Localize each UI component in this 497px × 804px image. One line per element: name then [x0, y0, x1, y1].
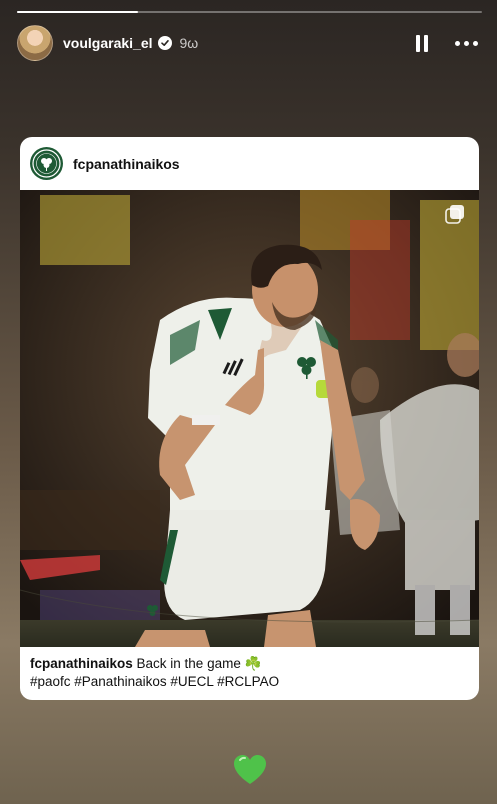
avatar[interactable] — [17, 25, 53, 61]
post-header: fcpanathinaikos — [20, 137, 479, 190]
shamrock-crest-icon — [32, 149, 61, 178]
story-username[interactable]: voulgaraki_el — [63, 35, 153, 51]
more-dots-icon — [454, 40, 460, 46]
club-logo-avatar[interactable] — [30, 147, 63, 180]
pause-button[interactable] — [412, 31, 432, 55]
story-timestamp: 9ω — [179, 35, 199, 51]
caption-text: Back in the game ☘️ — [132, 656, 262, 671]
carousel-icon — [445, 205, 464, 224]
story-progress-bar — [17, 11, 482, 13]
pause-icon — [416, 34, 420, 52]
shared-post-card[interactable]: fcpanathinaikos fcpanathinaikos Back in … — [20, 137, 479, 700]
green-heart-icon[interactable] — [232, 752, 268, 788]
story-progress-fill — [17, 11, 138, 13]
post-caption: fcpanathinaikos Back in the game ☘️ #pao… — [30, 655, 469, 691]
story-header: voulgaraki_el 9ω — [17, 25, 480, 61]
post-photo[interactable] — [20, 190, 479, 647]
post-username[interactable]: fcpanathinaikos — [73, 156, 180, 172]
caption-hashtags[interactable]: #paofc #Panathinaikos #UECL #RCLPAO — [30, 673, 469, 691]
more-options-button[interactable] — [452, 31, 480, 55]
verified-badge-icon — [157, 36, 172, 50]
caption-username[interactable]: fcpanathinaikos — [30, 656, 133, 671]
